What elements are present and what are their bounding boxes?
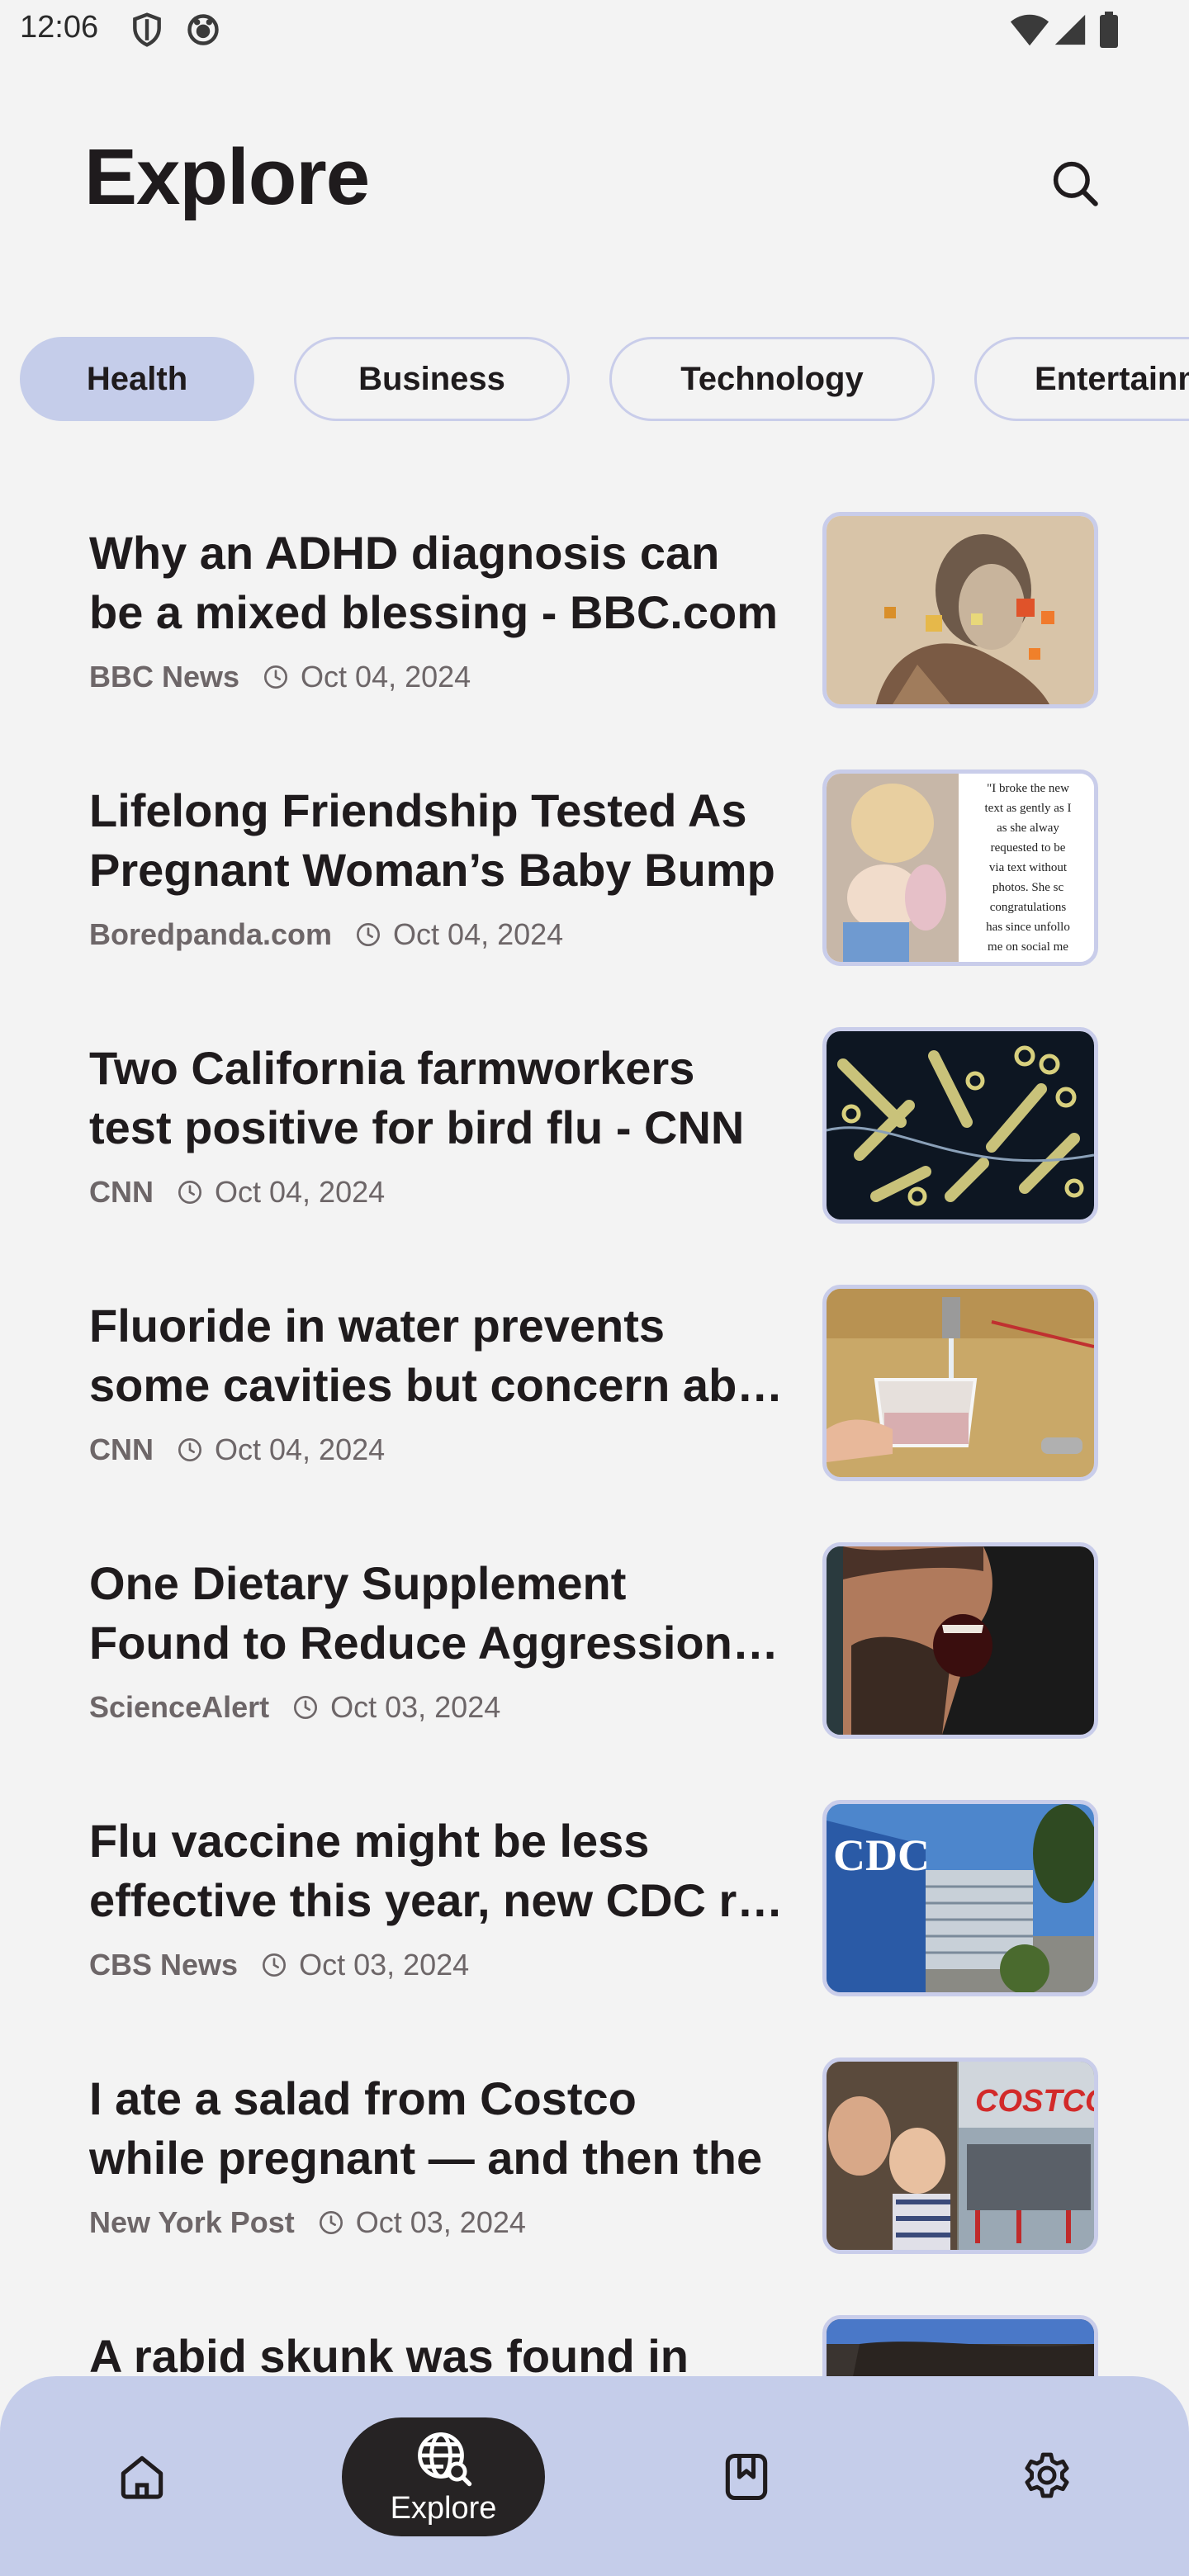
article-date: Oct 04, 2024 — [393, 917, 564, 951]
clock-icon — [294, 1696, 318, 1719]
svg-text:CDC: CDC — [833, 1830, 930, 1880]
article-title[interactable]: Flu vaccine might be less effective this… — [89, 1811, 791, 1930]
article-source: BBC News — [89, 660, 240, 694]
search-icon — [1053, 161, 1098, 206]
article-thumbnail[interactable]: COSTCO — [822, 2057, 1098, 2254]
nav-settings[interactable] — [948, 2417, 1146, 2536]
article-item[interactable]: One Dietary Supplement Found to Reduce A… — [0, 1542, 1189, 1757]
man-shouting-image — [827, 1546, 1094, 1735]
cdc-building-image: CDC — [827, 1804, 1094, 1992]
article-source: CNN — [89, 1175, 154, 1209]
page-title: Explore — [84, 133, 370, 221]
clock-icon — [178, 1181, 201, 1204]
mother-child-costco-image: COSTCO — [827, 2062, 1094, 2250]
article-thumbnail[interactable] — [822, 1542, 1098, 1739]
svg-text:me on social me: me on social me — [988, 940, 1068, 954]
search-button[interactable] — [1042, 150, 1108, 216]
article-meta: ScienceAlert Oct 03, 2024 — [89, 1689, 500, 1726]
article-source: Boredpanda.com — [89, 917, 333, 951]
svg-text:text as gently as I: text as gently as I — [985, 802, 1072, 815]
clock-icon — [319, 2211, 343, 2234]
article-date: Oct 03, 2024 — [355, 2205, 526, 2239]
article-meta: CBS News Oct 03, 2024 — [89, 1947, 469, 1983]
globe-search-icon — [418, 2432, 472, 2486]
clock-icon — [264, 665, 288, 689]
article-title[interactable]: Fluoride in water prevents some cavities… — [89, 1296, 791, 1415]
svg-text:via text without: via text without — [989, 861, 1068, 874]
tab-business[interactable]: Business — [294, 337, 570, 421]
article-meta: New York Post Oct 03, 2024 — [89, 2204, 526, 2241]
app-notification-icon — [187, 14, 219, 45]
article-title[interactable]: Why an ADHD diagnosis can be a mixed ble… — [89, 523, 791, 642]
signal-icon — [1054, 14, 1086, 45]
svg-text:"I broke the new: "I broke the new — [987, 782, 1069, 795]
clock-icon — [357, 923, 381, 946]
bookmark-icon — [725, 2453, 768, 2501]
mother-baby-text-quote-image: "I broke the new text as gently as I as … — [827, 774, 1094, 962]
svg-text:as she alway: as she alway — [997, 822, 1059, 835]
article-date: Oct 04, 2024 — [215, 1432, 386, 1466]
tab-technology[interactable]: Technology — [609, 337, 935, 421]
article-meta: Boredpanda.com Oct 04, 2024 — [89, 916, 563, 953]
home-icon — [121, 2455, 163, 2499]
article-title[interactable]: Lifelong Friendship Tested As Pregnant W… — [89, 781, 791, 900]
article-thumbnail[interactable] — [822, 1285, 1098, 1481]
article-item[interactable]: Lifelong Friendship Tested As Pregnant W… — [0, 769, 1189, 984]
status-time: 12:06 — [20, 10, 99, 45]
article-item[interactable]: Flu vaccine might be less effective this… — [0, 1800, 1189, 2015]
svg-text:congratulations: congratulations — [990, 901, 1067, 914]
article-date: Oct 04, 2024 — [301, 660, 471, 694]
battery-icon — [1100, 12, 1118, 48]
status-bar: 12:06 — [0, 0, 1189, 59]
tab-health[interactable]: Health — [20, 337, 254, 421]
article-title[interactable]: I ate a salad from Costco while pregnant… — [89, 2069, 791, 2188]
article-thumbnail[interactable] — [822, 512, 1098, 708]
category-tabs: Health Business Technology Entertainment — [0, 337, 1189, 423]
article-title[interactable]: One Dietary Supplement Found to Reduce A… — [89, 1554, 791, 1673]
bottom-navigation: Explore — [0, 2376, 1189, 2576]
article-item[interactable]: Fluoride in water prevents some cavities… — [0, 1285, 1189, 1499]
article-source: CBS News — [89, 1948, 239, 1982]
article-date: Oct 03, 2024 — [330, 1690, 501, 1724]
clock-icon — [178, 1438, 201, 1461]
svg-text:COSTCO: COSTCO — [975, 2084, 1094, 2119]
nav-bookmarks[interactable] — [647, 2417, 846, 2536]
nav-home[interactable] — [43, 2417, 241, 2536]
article-thumbnail[interactable] — [822, 1027, 1098, 1224]
glass-of-tap-water-image — [827, 1289, 1094, 1477]
nav-explore-label: Explore — [390, 2490, 497, 2526]
article-source: ScienceAlert — [89, 1690, 270, 1724]
article-thumbnail[interactable]: "I broke the new text as gently as I as … — [822, 769, 1098, 966]
article-meta: BBC News Oct 04, 2024 — [89, 659, 471, 695]
svg-text:photos. She sc: photos. She sc — [992, 881, 1064, 894]
article-thumbnail[interactable]: CDC — [822, 1800, 1098, 1996]
nav-explore[interactable]: Explore — [342, 2417, 545, 2536]
article-date: Oct 04, 2024 — [215, 1175, 386, 1209]
article-item[interactable]: Why an ADHD diagnosis can be a mixed ble… — [0, 512, 1189, 727]
article-date: Oct 03, 2024 — [299, 1948, 470, 1982]
tab-entertainment[interactable]: Entertainment — [974, 337, 1189, 421]
article-item[interactable]: Two California farmworkers test positive… — [0, 1027, 1189, 1242]
article-item[interactable]: I ate a salad from Costco while pregnant… — [0, 2057, 1189, 2272]
svg-text:requested to be: requested to be — [991, 841, 1066, 855]
gear-icon — [1025, 2452, 1069, 2498]
vintage-woman-collage-image — [827, 516, 1094, 704]
article-title[interactable]: Two California farmworkers test positive… — [89, 1039, 791, 1158]
virus-micrograph-image — [827, 1031, 1094, 1219]
wifi-icon — [1010, 14, 1049, 46]
article-source: New York Post — [89, 2205, 295, 2239]
article-meta: CNN Oct 04, 2024 — [89, 1174, 385, 1210]
clock-icon — [263, 1953, 287, 1977]
article-source: CNN — [89, 1432, 154, 1466]
shield-icon — [133, 12, 161, 47]
svg-text:has since unfollo: has since unfollo — [986, 921, 1070, 934]
article-meta: CNN Oct 04, 2024 — [89, 1432, 385, 1468]
